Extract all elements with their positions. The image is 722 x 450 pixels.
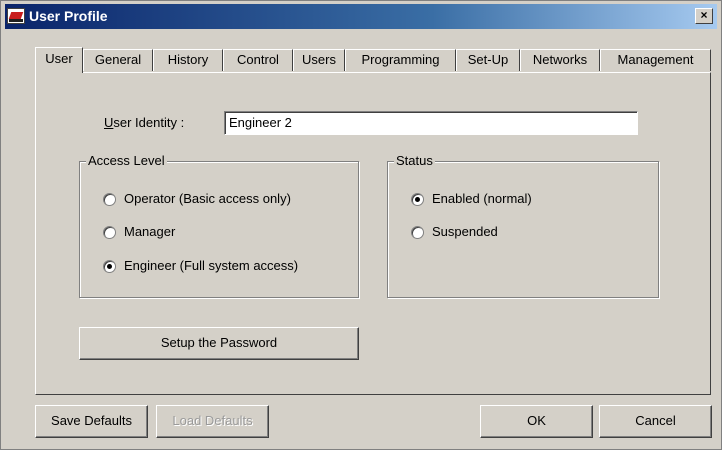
window-title: User Profile bbox=[29, 8, 108, 24]
ok-button[interactable]: OK bbox=[480, 405, 593, 438]
access-level-title: Access Level bbox=[86, 153, 167, 168]
tab-user[interactable]: User bbox=[35, 47, 83, 73]
radio-circle[interactable] bbox=[411, 226, 424, 240]
save-defaults-button[interactable]: Save Defaults bbox=[35, 405, 148, 438]
user-identity-label-rest: ser Identity : bbox=[113, 115, 185, 130]
radio-operator[interactable]: Operator (Basic access only) bbox=[103, 190, 291, 208]
radio-engineer-label: Engineer (Full system access) bbox=[124, 258, 299, 273]
radio-enabled-label: Enabled (normal) bbox=[432, 191, 532, 206]
load-defaults-button[interactable]: Load Defaults bbox=[156, 405, 269, 438]
radio-enabled[interactable]: Enabled (normal) bbox=[411, 190, 532, 208]
status-title: Status bbox=[394, 153, 435, 168]
cancel-button[interactable]: Cancel bbox=[599, 405, 712, 438]
tab-networks[interactable]: Networks bbox=[520, 49, 600, 71]
user-identity-input[interactable]: Engineer 2 bbox=[224, 111, 638, 135]
radio-engineer[interactable]: Engineer (Full system access) bbox=[103, 257, 298, 275]
radio-manager-label: Manager bbox=[124, 224, 176, 239]
title-bar[interactable]: User Profile × bbox=[5, 4, 717, 29]
tab-control[interactable]: Control bbox=[223, 49, 293, 71]
tab-users[interactable]: Users bbox=[293, 49, 345, 71]
tab-set-up[interactable]: Set-Up bbox=[456, 49, 520, 71]
radio-circle[interactable] bbox=[103, 226, 116, 240]
radio-circle-checked[interactable] bbox=[411, 193, 424, 207]
tab-history[interactable]: History bbox=[153, 49, 223, 71]
radio-manager[interactable]: Manager bbox=[103, 223, 175, 241]
radio-circle[interactable] bbox=[103, 193, 116, 207]
close-button[interactable]: × bbox=[695, 8, 713, 24]
app-logo-icon bbox=[7, 8, 25, 24]
radio-operator-label: Operator (Basic access only) bbox=[124, 191, 291, 206]
tab-management[interactable]: Management bbox=[600, 49, 711, 71]
setup-password-button[interactable]: Setup the Password bbox=[79, 327, 359, 360]
radio-suspended[interactable]: Suspended bbox=[411, 223, 498, 241]
user-identity-hotkey: U bbox=[104, 115, 114, 130]
tab-general[interactable]: General bbox=[83, 49, 153, 71]
user-profile-window: User Profile × User General History Cont… bbox=[0, 0, 722, 450]
user-identity-label: User Identity : bbox=[104, 115, 184, 130]
radio-circle-checked[interactable] bbox=[103, 260, 116, 274]
radio-suspended-label: Suspended bbox=[432, 224, 498, 239]
tab-programming[interactable]: Programming bbox=[345, 49, 456, 71]
